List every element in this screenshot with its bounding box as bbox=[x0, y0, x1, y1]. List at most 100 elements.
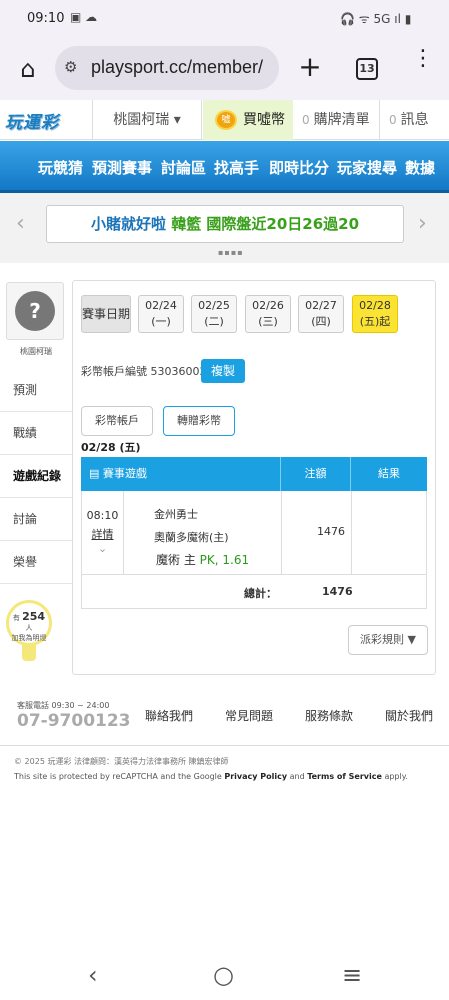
list-label: 購牌清單 bbox=[313, 112, 370, 128]
nav-item[interactable]: 預測賽事 bbox=[92, 157, 152, 178]
time-cell: 08:10 詳情 ⌄ bbox=[82, 491, 124, 575]
table-row: 08:10 詳情 ⌄ 金州勇士 奧蘭多魔術(主) 魔術 主 PK, 1.61 1… bbox=[81, 491, 427, 575]
sidebar-item-honor[interactable]: 榮譽 bbox=[0, 541, 72, 584]
service-hours: 客服電話 09:30 ~ 24:00 bbox=[17, 701, 110, 710]
fan-bulb-badge[interactable]: 有 254 人 加我為明燈 bbox=[6, 600, 52, 646]
sidebar-item-predict[interactable]: 預測 bbox=[0, 369, 72, 412]
selected-date: 02/28 (五) bbox=[81, 441, 141, 454]
list-count: 0 bbox=[302, 113, 310, 127]
messages-link[interactable]: 0 訊息 bbox=[381, 100, 449, 140]
date-weekday: (一) bbox=[151, 315, 171, 328]
site-logo[interactable]: 玩運彩 bbox=[5, 108, 75, 133]
pick-team: 魔術 主 bbox=[156, 553, 196, 567]
browser-toolbar: ⌂ ⚙ playsport.cc/member/ + 13 ⋮ bbox=[0, 38, 449, 100]
nav-item[interactable]: 玩競猜 bbox=[38, 157, 83, 178]
footer-link-contact[interactable]: 聯絡我們 bbox=[145, 707, 193, 724]
recaptcha-and: and bbox=[287, 772, 308, 781]
game-record-panel: 賽事日期 02/24 (一) 02/25 (二) 02/26 (三) 02/27 (四)… bbox=[72, 280, 436, 675]
date-button[interactable]: 02/24 (一) bbox=[138, 295, 184, 333]
address-bar[interactable]: ⚙ playsport.cc/member/ bbox=[55, 46, 279, 90]
announcement-banner: ‹ 小賭就好啦 韓籃 國際盤近20日26過20 › ▪▪▪▪ bbox=[0, 193, 449, 263]
footer-link-faq[interactable]: 常見問題 bbox=[225, 707, 273, 724]
nav-item[interactable]: 找高手 bbox=[214, 157, 259, 178]
game-time: 08:10 bbox=[86, 509, 119, 522]
date-weekday: (四) bbox=[311, 315, 331, 328]
nav-item[interactable]: 即時比分 bbox=[269, 157, 329, 178]
date-day: 02/26 bbox=[252, 299, 284, 312]
new-tab-icon[interactable]: + bbox=[296, 51, 324, 83]
header-game: ▤ 賽事遊戲 bbox=[81, 457, 281, 491]
footer-link-about[interactable]: 關於我們 bbox=[385, 707, 433, 724]
date-button[interactable]: 02/25 (二) bbox=[191, 295, 237, 333]
recent-apps-icon[interactable]: ≡ bbox=[342, 961, 362, 989]
url-text[interactable]: playsport.cc/member/ bbox=[91, 57, 277, 78]
date-day: 02/24 bbox=[145, 299, 177, 312]
avatar[interactable]: ? bbox=[6, 282, 64, 340]
database-icon: ▤ bbox=[89, 467, 100, 480]
bulb-text: 加我為明燈 bbox=[11, 634, 47, 642]
footer-link-terms[interactable]: 服務條款 bbox=[305, 707, 353, 724]
date-button[interactable]: 02/27 (四) bbox=[298, 295, 344, 333]
date-weekday: (五)起 bbox=[359, 315, 391, 328]
more-menu-icon[interactable]: ⋮ bbox=[412, 48, 434, 70]
total-amount: 1476 bbox=[322, 585, 353, 598]
table-header: ▤ 賽事遊戲 注額 結果 bbox=[81, 457, 427, 491]
back-icon[interactable]: ‹ bbox=[88, 961, 98, 989]
payout-rules-button[interactable]: 派彩規則 ▼ bbox=[348, 625, 428, 655]
copyright: © 2025 玩運彩 法律顧問：漢英得力法律事務所 陳鎮宏律師 bbox=[14, 757, 229, 766]
buy-label: 買噓幣 bbox=[243, 112, 285, 128]
tab-count-button[interactable]: 13 bbox=[356, 58, 378, 80]
username: 桃園柯瑞 bbox=[20, 347, 52, 356]
match-cell: 金州勇士 奧蘭多魔術(主) 魔術 主 PK, 1.61 bbox=[124, 491, 282, 575]
footer: 客服電話 09:30 ~ 24:00 07-9700123 聯絡我們 常見問題 … bbox=[0, 698, 449, 746]
purchase-list-link[interactable]: 0 購牌清單 bbox=[294, 100, 380, 140]
sidebar-item-game-history[interactable]: 遊戲紀錄 bbox=[0, 455, 72, 498]
prev-arrow-icon[interactable]: ‹ bbox=[16, 211, 25, 236]
date-weekday: (二) bbox=[204, 315, 224, 328]
coin-icon: 噓 bbox=[215, 110, 237, 130]
chevron-down-icon[interactable]: ⌄ bbox=[82, 542, 123, 555]
sidebar-item-record[interactable]: 戰績 bbox=[0, 412, 72, 455]
avatar-placeholder-icon: ? bbox=[15, 291, 55, 331]
android-nav-bar: ‹ ○ ≡ bbox=[0, 955, 449, 1000]
announcement-part-a: 小賭就好啦 bbox=[90, 215, 166, 233]
detail-link[interactable]: 詳情 bbox=[82, 526, 123, 542]
status-bar: 09:10 ▣ ☁ 🎧 ᯤ 5G ıl ▮ bbox=[0, 0, 449, 38]
member-sidebar: ? 桃園柯瑞 預測 戰績 遊戲紀錄 討論 榮譽 有 254 人 加我為明燈 bbox=[0, 280, 72, 680]
terms-link[interactable]: Terms of Service bbox=[307, 772, 382, 781]
bulb-count: 254 bbox=[22, 610, 46, 623]
date-selector: 賽事日期 02/24 (一) 02/25 (二) 02/26 (三) 02/27 (四)… bbox=[81, 293, 429, 335]
pick: 魔術 主 PK, 1.61 bbox=[156, 549, 281, 572]
msg-count: 0 bbox=[389, 113, 397, 127]
nav-item[interactable]: 討論區 bbox=[161, 157, 206, 178]
header-result: 結果 bbox=[378, 467, 400, 480]
nav-item[interactable]: 數據 bbox=[405, 157, 435, 178]
sidebar-item-discuss[interactable]: 討論 bbox=[0, 498, 72, 541]
recaptcha-text: This site is protected by reCAPTCHA and … bbox=[14, 772, 225, 781]
main-nav: 玩競猜 預測賽事 討論區 找高手 即時比分 玩家搜尋 數據 bbox=[0, 141, 449, 193]
buy-coins-button[interactable]: 噓 買噓幣 bbox=[203, 100, 293, 140]
date-day: 02/27 bbox=[305, 299, 337, 312]
next-arrow-icon[interactable]: › bbox=[418, 211, 427, 236]
tab-coin-account[interactable]: 彩幣帳戶 bbox=[81, 406, 153, 436]
service-phone[interactable]: 07-9700123 bbox=[17, 711, 131, 731]
lightbulb-icon bbox=[22, 645, 36, 661]
home-nav-icon[interactable]: ○ bbox=[213, 961, 234, 989]
date-day: 02/28 bbox=[359, 299, 391, 312]
date-button-selected[interactable]: 02/28 (五)起 bbox=[352, 295, 398, 333]
site-settings-icon[interactable]: ⚙ bbox=[64, 58, 77, 76]
bulb-prefix: 有 bbox=[12, 614, 20, 622]
date-button[interactable]: 02/26 (三) bbox=[245, 295, 291, 333]
msg-label: 訊息 bbox=[400, 112, 429, 128]
announcement-part-b: 韓籃 國際盤近20日26過20 bbox=[171, 215, 360, 233]
bulb-suffix: 人 bbox=[25, 624, 33, 632]
privacy-link[interactable]: Privacy Policy bbox=[224, 772, 287, 781]
user-menu[interactable]: 桃園柯瑞 ▾ bbox=[92, 100, 202, 140]
home-icon[interactable]: ⌂ bbox=[14, 55, 42, 83]
announcement-text[interactable]: 小賭就好啦 韓籃 國際盤近20日26過20 bbox=[46, 205, 404, 243]
copy-button[interactable]: 複製 bbox=[201, 359, 245, 383]
tab-transfer-coins[interactable]: 轉贈彩幣 bbox=[163, 406, 235, 436]
table-total-row: 總計： 1476 bbox=[81, 575, 427, 609]
nav-item[interactable]: 玩家搜尋 bbox=[337, 157, 397, 178]
system-icons: 🎧 ᯤ 5G ıl ▮ bbox=[340, 12, 412, 26]
